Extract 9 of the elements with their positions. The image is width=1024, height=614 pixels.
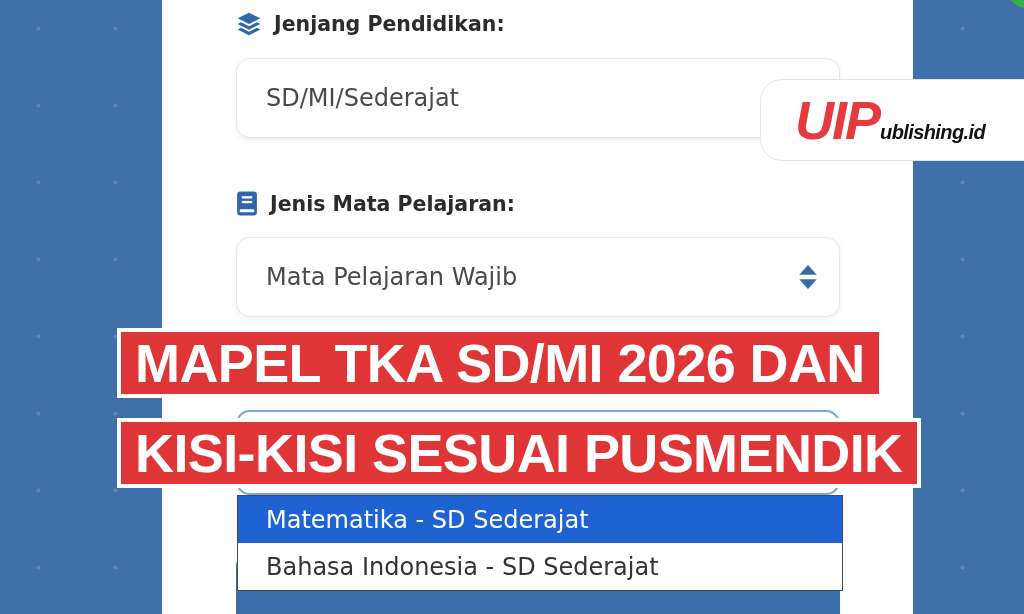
book-icon <box>236 191 258 216</box>
select-field[interactable]: Mata Pelajaran Wajib <box>236 237 840 317</box>
headline-banner: KISI-KISI SESUAI PUSMENDIK <box>117 418 921 488</box>
layers-icon <box>236 11 262 37</box>
field-label: Jenjang Pendidikan: <box>274 12 505 36</box>
dropdown-option[interactable]: Bahasa Indonesia - SD Sederajat <box>238 543 842 590</box>
field-label: Jenis Mata Pelajaran: <box>270 191 515 216</box>
sort-caret-icon <box>799 265 817 289</box>
dropdown-option[interactable]: Matematika - SD Sederajat <box>238 496 842 543</box>
